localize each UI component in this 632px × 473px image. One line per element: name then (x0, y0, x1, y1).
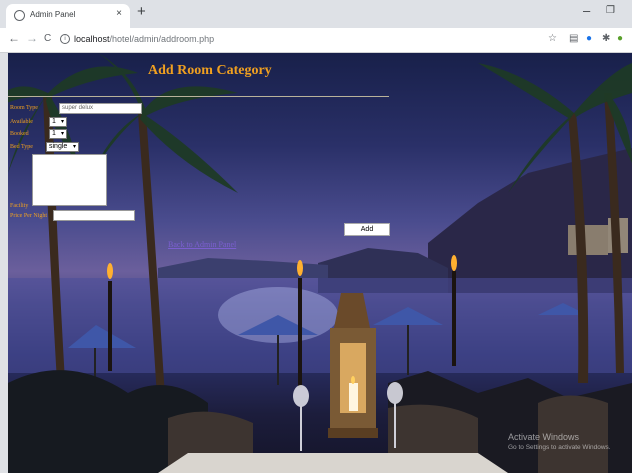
address-bar[interactable]: i localhost/hotel/admin/addroom.php (58, 31, 538, 49)
minimize-button[interactable]: – (583, 3, 590, 18)
room-type-input[interactable]: super delux (59, 103, 142, 114)
extension-icon[interactable]: ● (586, 33, 592, 44)
page-content: Add Room Category Room Type super delux … (8, 53, 632, 473)
bed-type-select[interactable]: single ▾ (46, 142, 79, 152)
browser-toolbar: ← → C i localhost/hotel/admin/addroom.ph… (0, 28, 632, 53)
browser-tab[interactable]: Admin Panel × (6, 4, 130, 28)
puzzle-icon[interactable]: ✱ (602, 33, 610, 44)
chevron-down-icon: ▾ (60, 131, 64, 137)
facility-label: Facility (10, 203, 29, 209)
tab-strip: Admin Panel × + – ❐ (0, 0, 632, 28)
chevron-down-icon: ▾ (72, 144, 76, 150)
forward-button[interactable]: → (26, 31, 38, 45)
back-to-admin-link[interactable]: Back to Admin Panel (168, 240, 236, 249)
close-tab-icon[interactable]: × (116, 8, 122, 19)
add-button[interactable]: Add (344, 223, 390, 236)
url-text: localhost/hotel/admin/addroom.php (74, 34, 215, 44)
new-tab-button[interactable]: + (137, 3, 146, 20)
windows-activation-watermark: Activate Windows Go to Settings to activ… (508, 432, 611, 451)
room-description-textarea[interactable] (32, 154, 107, 206)
maximize-button[interactable]: ❐ (606, 5, 615, 16)
back-button[interactable]: ← (8, 31, 20, 45)
star-icon[interactable]: ☆ (548, 33, 557, 44)
available-label: Available (10, 119, 33, 125)
watermark-subtitle: Go to Settings to activate Windows. (508, 444, 611, 451)
info-icon[interactable]: i (60, 34, 70, 44)
page-title: Add Room Category (148, 63, 272, 78)
resort-background-image (8, 53, 632, 473)
bed-type-label: Bed Type (10, 144, 33, 150)
watermark-title: Activate Windows (508, 432, 580, 442)
booked-select[interactable]: 1 ▾ (49, 129, 67, 139)
room-type-label: Room Type (10, 105, 38, 111)
profile-icon[interactable]: ● (617, 33, 623, 44)
available-select[interactable]: 1 ▾ (49, 117, 67, 127)
reload-button[interactable]: C (44, 33, 51, 44)
price-input[interactable] (53, 210, 135, 221)
price-label: Price Per Night (10, 213, 47, 219)
reading-list-icon[interactable]: ▤ (569, 33, 578, 44)
chevron-down-icon: ▾ (60, 119, 64, 125)
tab-title: Admin Panel (30, 10, 76, 19)
globe-icon (14, 10, 25, 21)
booked-label: Booked (10, 131, 29, 137)
title-divider (8, 96, 389, 97)
